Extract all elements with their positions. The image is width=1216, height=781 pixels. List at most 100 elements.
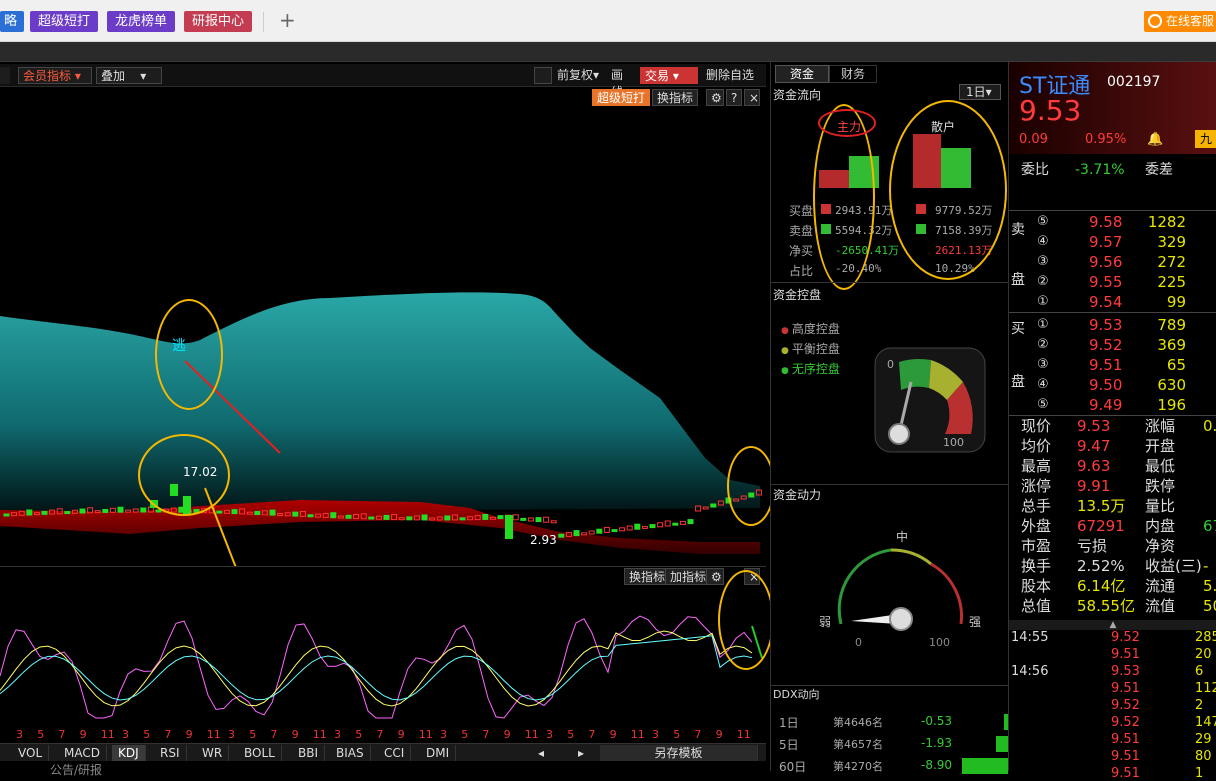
candle: [102, 508, 109, 513]
tool-icon[interactable]: [534, 67, 552, 84]
x-tick: 9: [397, 728, 405, 741]
tab-macd[interactable]: MACD: [58, 745, 107, 761]
ddx-rank: 第4657名: [833, 738, 883, 751]
book-price: 9.54: [1089, 293, 1123, 311]
tab-vol[interactable]: VOL: [12, 745, 50, 761]
stat-value: 9.63: [1077, 457, 1111, 475]
tab-bias[interactable]: BIAS: [330, 745, 371, 761]
tick-price: 9.52: [1111, 715, 1140, 730]
book-volume: 196: [1157, 396, 1186, 414]
switch-indicator-button[interactable]: 换指标: [652, 89, 699, 106]
candle: [611, 529, 618, 533]
candle: [641, 525, 648, 529]
ddx-bar: [962, 758, 1008, 774]
stat-label: 换手: [1021, 557, 1052, 575]
x-tick: 3: [440, 728, 447, 741]
overlay-label: 叠加: [101, 69, 126, 83]
book-level: ⑤: [1037, 397, 1049, 412]
gear-icon[interactable]: ⚙: [706, 89, 724, 106]
divider: [263, 12, 264, 32]
stat-label-2: 涨幅: [1145, 417, 1176, 435]
tick-price: 9.52: [1111, 630, 1140, 645]
scroll-right[interactable]: ▸: [572, 745, 590, 761]
book-price: 9.56: [1089, 253, 1123, 271]
bell-icon[interactable]: 🔔: [1147, 132, 1163, 147]
tab-finance[interactable]: 财务: [829, 65, 877, 83]
divider: [771, 484, 1008, 485]
current-price: 9.53: [1019, 94, 1082, 127]
nine-button[interactable]: 九: [1195, 130, 1216, 148]
close-icon[interactable]: ×: [744, 89, 760, 106]
remove-watchlist-button[interactable]: 删除自选: [702, 67, 758, 84]
tab-cci[interactable]: CCI: [378, 745, 412, 761]
collapse-handle[interactable]: ▲: [1009, 620, 1216, 630]
weicha-label: 委差: [1145, 162, 1173, 178]
x-tick: 3: [122, 728, 129, 741]
candle: [292, 511, 299, 517]
gauge-mid-label: 中: [896, 529, 908, 544]
candle: [254, 510, 261, 515]
candle: [497, 515, 504, 520]
stat-label-2: 收益(三): [1145, 557, 1202, 575]
tab-boll[interactable]: BOLL: [238, 745, 282, 761]
tick-volume: 80: [1195, 749, 1212, 764]
scroll-left[interactable]: ◂: [532, 745, 550, 761]
save-template-button[interactable]: 另存模板: [600, 745, 758, 761]
kdj-k-line: [0, 615, 753, 719]
control-gauge: 0 100: [874, 347, 986, 453]
help-icon[interactable]: ?: [726, 89, 742, 106]
ddx-rank: 第4646名: [833, 716, 883, 729]
bottom-label: 公告/研报: [50, 763, 103, 777]
overlay-menu[interactable]: 叠加 ▾: [96, 67, 162, 84]
dragon-tiger-button[interactable]: 龙虎榜单: [107, 11, 176, 32]
tab-dmi[interactable]: DMI: [420, 745, 457, 761]
stat-value: 9.53: [1077, 417, 1111, 435]
adjust-menu[interactable]: 前复权▾: [553, 67, 605, 84]
gear-icon[interactable]: ⚙: [706, 568, 724, 585]
candle: [527, 517, 534, 522]
research-center-button[interactable]: 研报中心: [184, 11, 253, 32]
strategy-button[interactable]: 略: [0, 11, 24, 32]
flow-row-label: 占比: [789, 264, 814, 278]
draw-line-button[interactable]: 画线: [607, 67, 637, 99]
tab-kdj[interactable]: KDJ: [112, 745, 146, 761]
period-value: 1日: [966, 85, 986, 99]
candle: [231, 509, 238, 515]
tab-fund[interactable]: 资金: [775, 65, 829, 83]
add-tab-button[interactable]: +: [279, 8, 296, 32]
tab-rsi[interactable]: RSI: [154, 745, 187, 761]
period-select[interactable]: 1日▾: [959, 84, 1001, 100]
x-tick: 7: [482, 728, 490, 741]
member-indicator-menu[interactable]: 会员指标 ▾: [18, 67, 92, 84]
super-short-button[interactable]: 超级短打: [30, 11, 99, 32]
percent-change: 0.95%: [1085, 132, 1127, 147]
x-axis: 3 5 7 9 11 3 5 7 9 11 3 5 7 9 11 3 5 7 9 11 3 5 7 9 11 3 5 7 9 11 3 5 7 9…: [0, 728, 766, 742]
x-tick: 7: [164, 728, 172, 741]
trade-button[interactable]: 交易 ▾: [640, 67, 698, 84]
candle: [330, 512, 337, 519]
tab-wr[interactable]: WR: [196, 745, 230, 761]
stat-label: 现价: [1021, 417, 1052, 435]
book-price: 9.51: [1089, 356, 1123, 374]
tick-volume: 6: [1195, 664, 1204, 679]
flow-row-label: 买盘: [789, 204, 814, 218]
power-gauge: 中 弱 强 0 100: [819, 529, 981, 649]
candle: [664, 520, 671, 527]
candle: [679, 520, 686, 525]
candle: [269, 509, 276, 516]
service-label: 在线客服: [1166, 14, 1215, 28]
ddx-period: 60日: [779, 760, 807, 774]
book-volume: 65: [1166, 356, 1186, 374]
switch-indicator-button-2[interactable]: 换指标: [624, 568, 671, 585]
kline-chart[interactable]: 17.02 2.93 逃: [0, 108, 766, 566]
super-short-tag[interactable]: 超级短打: [592, 89, 651, 106]
tick-price: 9.51: [1111, 732, 1140, 747]
candle: [41, 510, 48, 515]
tick-price: 9.51: [1111, 647, 1140, 662]
service-button[interactable]: 在线客服: [1144, 11, 1216, 32]
stat-label-2: 开盘: [1145, 437, 1176, 455]
x-tick: 11: [312, 728, 327, 741]
tab-bbi[interactable]: BBI: [292, 745, 326, 761]
candle: [558, 533, 565, 538]
add-indicator-button[interactable]: 加指标: [665, 568, 712, 585]
